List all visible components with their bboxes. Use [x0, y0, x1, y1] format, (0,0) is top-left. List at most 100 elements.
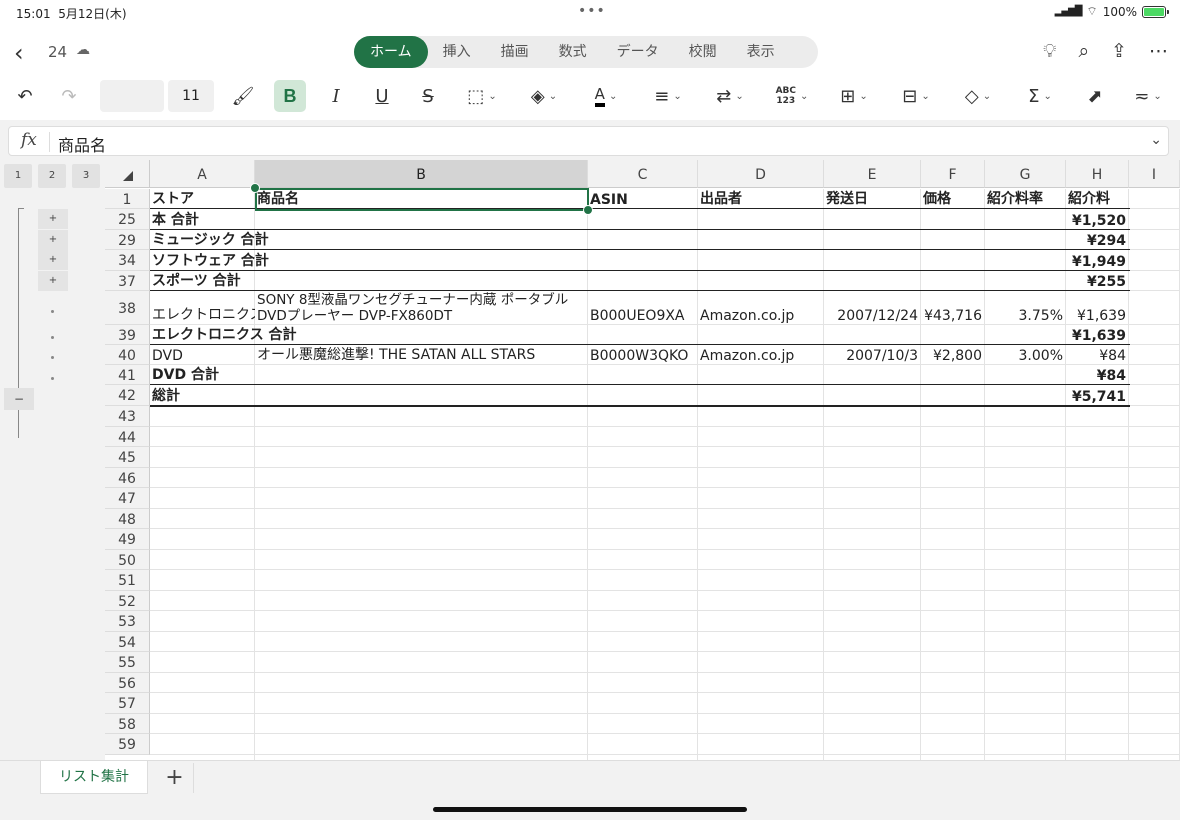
- tab-5[interactable]: 校閲: [674, 36, 732, 68]
- outline-expand-button[interactable]: +: [38, 230, 68, 250]
- row-header[interactable]: 1: [105, 189, 150, 209]
- outline-collapse-button[interactable]: −: [4, 388, 34, 410]
- column-header-C[interactable]: C: [588, 160, 698, 188]
- bold-button[interactable]: B: [274, 80, 306, 112]
- tab-6[interactable]: 表示: [732, 36, 790, 68]
- cell-H[interactable]: ¥1,639: [1066, 291, 1129, 325]
- cell-A[interactable]: ソフトウェア 合計: [150, 250, 410, 271]
- row-header[interactable]: 40: [105, 345, 150, 365]
- cell-H[interactable]: ¥1,639: [1066, 325, 1129, 345]
- row-header[interactable]: 39: [105, 325, 150, 345]
- cell-D[interactable]: Amazon.co.jp: [698, 291, 824, 325]
- header-cell[interactable]: 出品者: [698, 189, 824, 209]
- add-sheet-button[interactable]: +: [156, 763, 194, 793]
- header-cell[interactable]: 発送日: [824, 189, 921, 209]
- cell-F[interactable]: ¥2,800: [921, 345, 985, 365]
- cell-A[interactable]: 本 合計: [150, 209, 410, 230]
- tab-1[interactable]: 挿入: [428, 36, 486, 68]
- row-header[interactable]: 37: [105, 271, 150, 291]
- cell-H[interactable]: ¥1,520: [1066, 209, 1129, 230]
- tab-0[interactable]: ホーム: [354, 36, 428, 68]
- column-header-F[interactable]: F: [921, 160, 985, 188]
- select-pointer-icon[interactable]: ⬈: [1082, 80, 1108, 112]
- header-cell[interactable]: 価格: [921, 189, 985, 209]
- cell-A[interactable]: DVD 合計: [150, 365, 410, 385]
- cloud-sync-icon[interactable]: ☁: [76, 42, 90, 58]
- share-icon[interactable]: ⇪: [1111, 40, 1127, 62]
- cell-G[interactable]: 3.00%: [985, 345, 1066, 365]
- select-all-corner[interactable]: [105, 160, 150, 188]
- column-header-D[interactable]: D: [698, 160, 824, 188]
- font-size-field[interactable]: 11: [168, 80, 214, 112]
- row-header[interactable]: 56: [105, 672, 150, 693]
- table-button[interactable]: ⊞ ⌄: [834, 80, 874, 112]
- cell-E[interactable]: 2007/12/24: [824, 291, 921, 325]
- row-header[interactable]: 59: [105, 734, 150, 755]
- selection-handle-end[interactable]: [583, 205, 593, 215]
- fill-color-button[interactable]: ◈ ⌄: [524, 80, 564, 112]
- cell-H[interactable]: ¥84: [1066, 345, 1129, 365]
- lightbulb-icon[interactable]: 💡︎: [1043, 40, 1056, 62]
- back-chevron-icon[interactable]: ‹: [14, 39, 24, 67]
- cell-D[interactable]: Amazon.co.jp: [698, 345, 824, 365]
- cell-format-button[interactable]: ⊟ ⌄: [896, 80, 936, 112]
- cell-E[interactable]: 2007/10/3: [824, 345, 921, 365]
- multitasking-dots-icon[interactable]: •••: [578, 3, 606, 19]
- filter-button[interactable]: ≂ ⌄: [1128, 80, 1168, 112]
- row-header[interactable]: 42: [105, 385, 150, 406]
- row-header[interactable]: 54: [105, 631, 150, 652]
- cell-A[interactable]: 総計: [150, 385, 410, 406]
- cell-G[interactable]: 3.75%: [985, 291, 1066, 325]
- more-icon[interactable]: ⋯: [1149, 40, 1168, 62]
- row-header[interactable]: 46: [105, 467, 150, 488]
- outline-expand-button[interactable]: +: [38, 209, 68, 229]
- column-header-A[interactable]: A: [150, 160, 255, 188]
- row-header[interactable]: 43: [105, 406, 150, 427]
- row-header[interactable]: 57: [105, 693, 150, 714]
- format-painter-icon[interactable]: 🖌︎: [228, 80, 258, 112]
- undo-icon[interactable]: ↶: [12, 80, 38, 112]
- font-name-field[interactable]: [100, 80, 164, 112]
- column-header-H[interactable]: H: [1066, 160, 1129, 188]
- autosum-button[interactable]: Σ ⌄: [1020, 80, 1060, 112]
- cell-F[interactable]: ¥43,716: [921, 291, 985, 325]
- column-header-E[interactable]: E: [824, 160, 921, 188]
- cell-H[interactable]: ¥5,741: [1066, 385, 1129, 406]
- font-color-button[interactable]: A ⌄: [586, 80, 626, 112]
- tab-4[interactable]: データ: [602, 36, 674, 68]
- row-header[interactable]: 29: [105, 230, 150, 250]
- row-header[interactable]: 52: [105, 590, 150, 611]
- row-header[interactable]: 58: [105, 713, 150, 734]
- cell-H[interactable]: ¥1,949: [1066, 250, 1129, 271]
- row-header[interactable]: 53: [105, 611, 150, 632]
- underline-button[interactable]: U: [368, 80, 396, 112]
- cell-A[interactable]: エレクトロニクス: [150, 291, 255, 325]
- chevron-down-icon[interactable]: ⌄: [1150, 132, 1162, 148]
- borders-button[interactable]: ⬚ ⌄: [462, 80, 502, 112]
- tab-3[interactable]: 数式: [544, 36, 602, 68]
- redo-icon[interactable]: ↷: [56, 80, 82, 112]
- cell-A[interactable]: エレクトロニクス 合計: [150, 325, 410, 345]
- header-cell[interactable]: 紹介料: [1066, 189, 1129, 209]
- tab-2[interactable]: 描画: [486, 36, 544, 68]
- cell-H[interactable]: ¥84: [1066, 365, 1129, 385]
- wrap-text-button[interactable]: ⇄ ⌄: [710, 80, 750, 112]
- strikethrough-button[interactable]: S: [414, 80, 442, 112]
- search-icon[interactable]: ⌕: [1078, 40, 1089, 62]
- row-header[interactable]: 49: [105, 529, 150, 550]
- cell-A[interactable]: ミュージック 合計: [150, 230, 410, 250]
- row-header[interactable]: 47: [105, 488, 150, 509]
- row-header[interactable]: 50: [105, 549, 150, 570]
- cell-A[interactable]: DVD: [150, 345, 255, 365]
- outline-level-1[interactable]: 1: [4, 164, 32, 188]
- row-header[interactable]: 41: [105, 365, 150, 385]
- header-cell[interactable]: 紹介料率: [985, 189, 1066, 209]
- sheet-tab-active[interactable]: リスト集計: [40, 761, 148, 794]
- row-header[interactable]: 48: [105, 508, 150, 529]
- row-header[interactable]: 44: [105, 426, 150, 447]
- column-header-B[interactable]: B: [255, 160, 588, 188]
- row-header[interactable]: 38: [105, 291, 150, 325]
- outline-level-3[interactable]: 3: [72, 164, 100, 188]
- row-header[interactable]: 25: [105, 209, 150, 230]
- cell-B[interactable]: SONY 8型液晶ワンセグチューナー内蔵 ポータブルDVDプレーヤー DVP-F…: [255, 291, 588, 325]
